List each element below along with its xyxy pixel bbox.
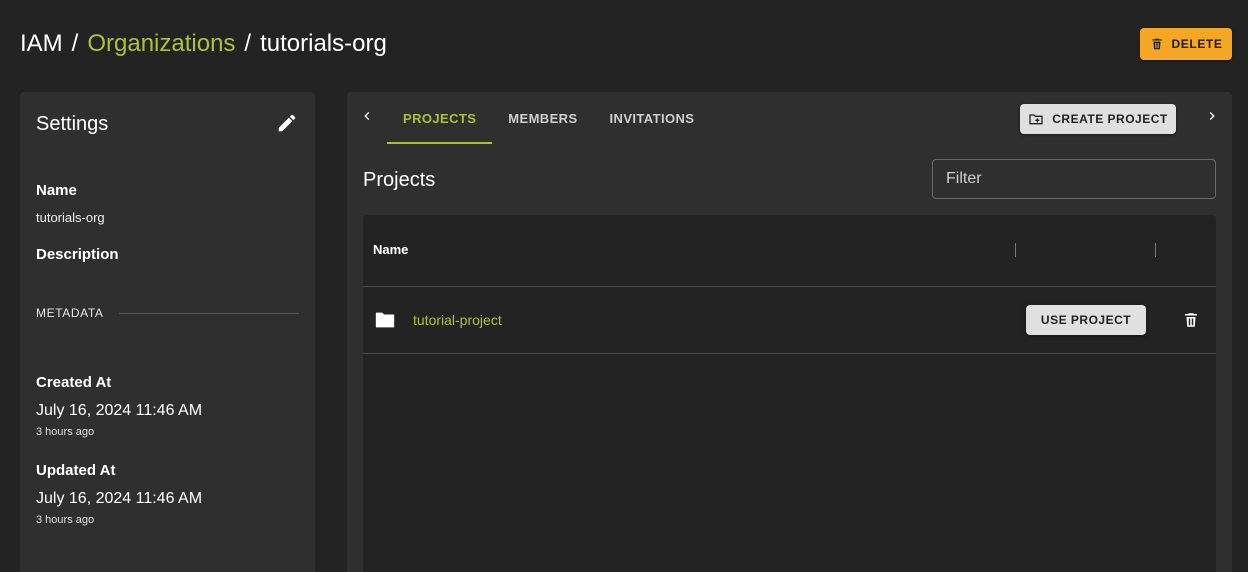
filter-input[interactable] [932,159,1216,199]
breadcrumb-current: tutorials-org [260,30,387,57]
pencil-icon[interactable] [276,112,298,134]
created-at-relative: 3 hours ago [36,426,95,438]
folder-icon [375,312,395,328]
use-project-button[interactable]: USE PROJECT [1026,305,1146,335]
create-project-button[interactable]: CREATE PROJECT [1020,104,1176,134]
created-at-label: Created At [36,374,112,391]
divider-line [119,312,299,314]
name-value: tutorials-org [36,210,105,225]
projects-title: Projects [363,169,436,191]
settings-title: Settings [36,113,109,135]
chevron-left-icon[interactable] [359,108,375,124]
create-project-label: CREATE PROJECT [1052,112,1168,126]
column-divider[interactable] [1015,243,1016,257]
updated-at-label: Updated At [36,462,116,479]
iam-organization-page: IAM / Organizations / tutorials-org DELE… [0,0,1248,572]
project-name-link[interactable]: tutorial-project [413,312,502,328]
settings-panel: Settings Name tutorials-org Description … [20,92,315,572]
tab-members[interactable]: MEMBERS [492,92,593,144]
tab-projects[interactable]: PROJECTS [387,92,493,144]
folder-plus-icon [1029,114,1043,125]
name-label: Name [36,182,77,199]
breadcrumb-organizations-link[interactable]: Organizations [87,28,235,60]
column-divider[interactable] [1155,243,1156,257]
table-row: tutorial-project USE PROJECT [363,287,1216,354]
breadcrumb: IAM / Organizations / tutorials-org [20,28,387,60]
delete-button-label: DELETE [1171,37,1223,51]
chevron-right-icon[interactable] [1204,108,1220,124]
breadcrumb-separator: / [244,30,252,57]
updated-at-date: July 16, 2024 11:46 AM [36,490,203,507]
updated-at-relative: 3 hours ago [36,514,95,526]
metadata-label: METADATA [36,306,104,320]
breadcrumb-root: IAM [20,30,63,57]
projects-panel: PROJECTS MEMBERS INVITATIONS CREATE PROJ… [347,92,1232,572]
table-header: Name [363,215,1216,287]
column-header-name: Name [373,242,409,257]
trash-icon[interactable] [1182,311,1200,329]
trash-icon [1151,38,1162,50]
projects-table: Name tutorial-project USE PROJECT [363,215,1216,572]
delete-organization-button[interactable]: DELETE [1140,28,1232,60]
created-at-date: July 16, 2024 11:46 AM [36,402,203,419]
tab-invitations[interactable]: INVITATIONS [594,92,711,144]
metadata-divider: METADATA [36,306,299,320]
tab-bar: PROJECTS MEMBERS INVITATIONS [387,92,710,144]
description-label: Description [36,246,119,263]
breadcrumb-separator: / [71,30,79,57]
